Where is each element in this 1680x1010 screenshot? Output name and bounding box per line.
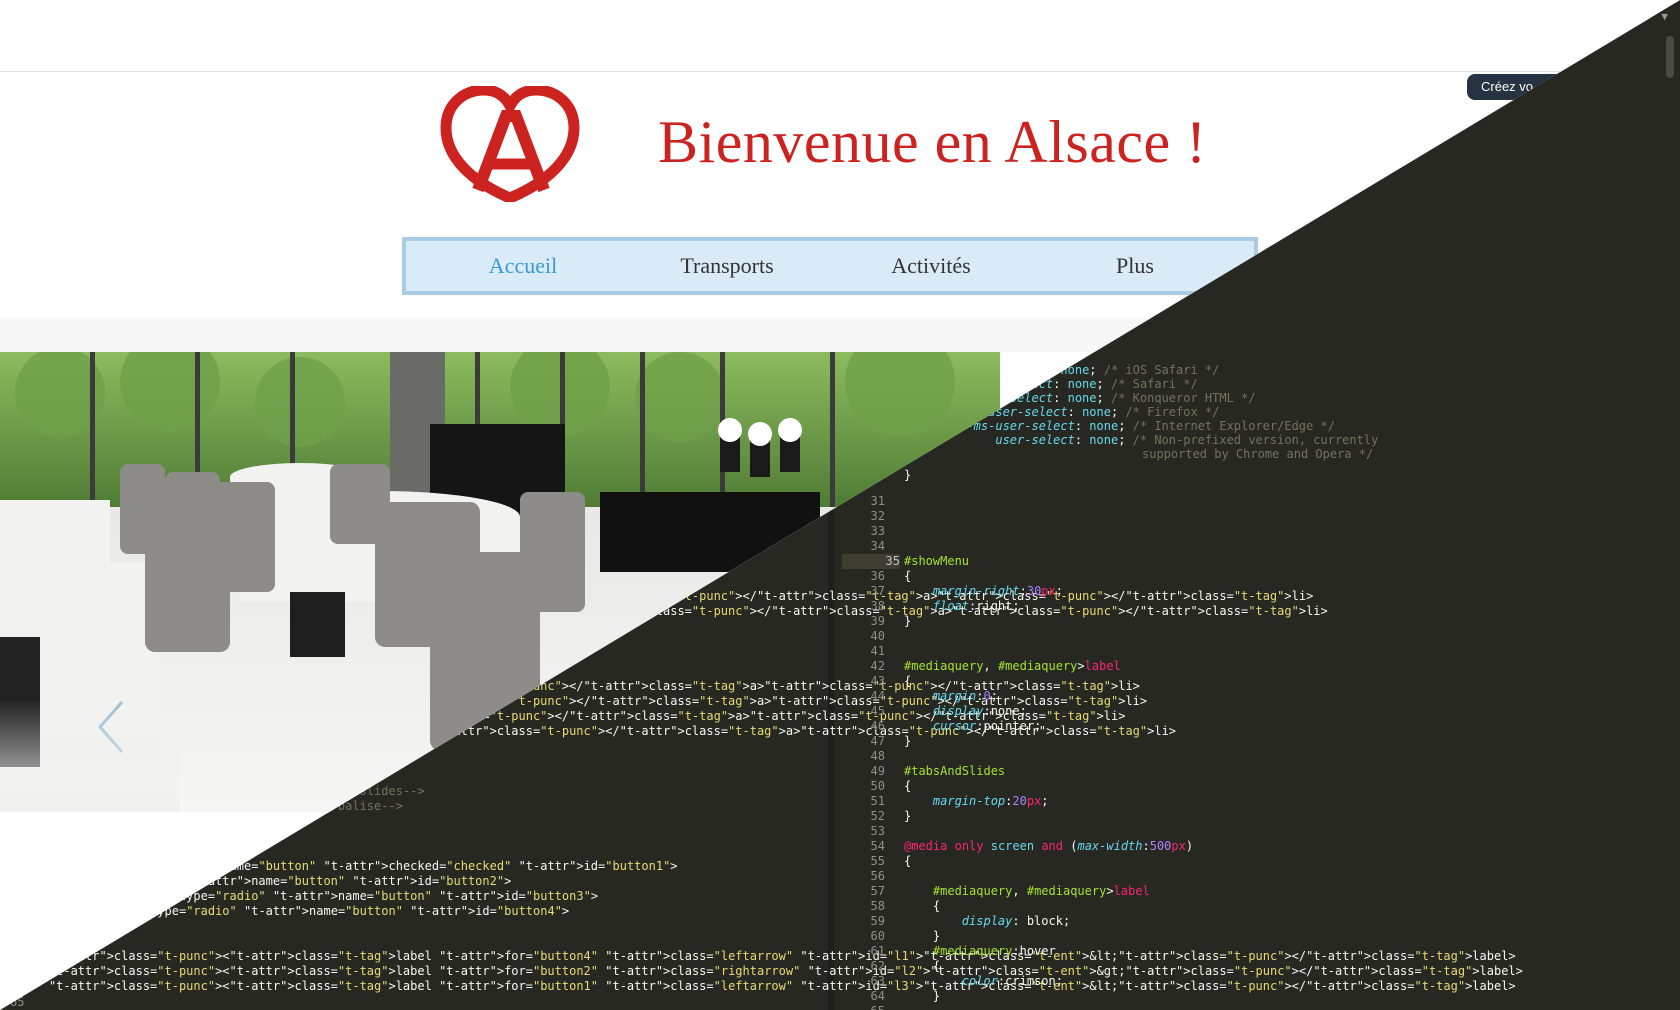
line-number: 40 xyxy=(870,629,885,643)
line-number: 64 xyxy=(870,989,885,1003)
nav-item-activites[interactable]: Activités xyxy=(891,241,970,291)
scroll-up-arrow-icon[interactable]: ▼ xyxy=(1661,10,1668,23)
line-number: 60 xyxy=(870,929,885,943)
nav-item-transports[interactable]: Transports xyxy=(680,241,773,291)
code-line: float:right; xyxy=(932,599,1020,613)
slide-fade-overlay xyxy=(0,700,180,812)
code-line: } xyxy=(904,989,941,1003)
code-line: { xyxy=(904,854,912,868)
code-line: } xyxy=(904,468,912,482)
code-line: #showMenu xyxy=(904,554,970,568)
main-navigation: Accueil Transports Activités Plus xyxy=(402,237,1258,295)
code-line: display:none; xyxy=(932,704,1027,718)
line-number: 41 xyxy=(870,644,885,658)
code-line: cursor:pointer; xyxy=(932,719,1042,733)
line-number: 58 xyxy=(870,899,885,913)
code-line: } xyxy=(904,809,912,823)
code-line: #tabsAndSlides xyxy=(904,764,1006,778)
code-line: { xyxy=(904,674,912,688)
line-number: 33 xyxy=(870,524,885,538)
line-number: 34 xyxy=(870,539,885,553)
code-line: #mediaquery, #mediaquery>label xyxy=(904,659,1121,673)
line-number: 50 xyxy=(870,779,885,793)
code-line: @media only screen and (max-width:500px) xyxy=(904,839,1194,853)
line-number: 56 xyxy=(870,869,885,883)
line-number: 52 xyxy=(870,809,885,823)
site-title: Bienvenue en Alsace ! xyxy=(658,109,1207,175)
line-number: 63 xyxy=(870,974,885,988)
line-number: 49 xyxy=(870,764,885,778)
line-number: 54 xyxy=(870,839,885,853)
line-number: 35 xyxy=(842,554,900,569)
line-number: 37 xyxy=(870,584,885,598)
code-line: { xyxy=(904,959,941,973)
line-number: 59 xyxy=(870,914,885,928)
code-line: #mediaquery, #mediaquery>label xyxy=(932,884,1150,898)
line-number: 55 xyxy=(870,854,885,868)
code-line: } xyxy=(904,614,912,628)
code-line: -ms-user-select: none; /* Internet Explo… xyxy=(966,419,1335,433)
alsace-logo-icon xyxy=(440,86,580,202)
line-number: 45 xyxy=(870,704,885,718)
line-number: 62 xyxy=(870,959,885,973)
code-line: { xyxy=(904,899,941,913)
code-line: } xyxy=(904,734,912,748)
line-number: 57 xyxy=(870,884,885,898)
code-line: supported by Chrome and Opera */ xyxy=(1142,447,1374,461)
line-number: 38 xyxy=(870,599,885,613)
line-number: 48 xyxy=(870,749,885,763)
line-number: 36 xyxy=(870,569,885,583)
code-line: #mediaquery:hover xyxy=(932,944,1056,958)
code-line: margin-right:30px; xyxy=(932,584,1063,598)
code-line: margin-top:20px; xyxy=(932,794,1049,808)
nav-item-accueil[interactable]: Accueil xyxy=(489,241,557,291)
line-number: 47 xyxy=(870,734,885,748)
code-line: } xyxy=(904,929,941,943)
site-top-bar xyxy=(0,0,1680,72)
code-line: { xyxy=(904,569,912,583)
line-number: 32 xyxy=(870,509,885,523)
line-number: 42 xyxy=(870,659,885,673)
editor-scrollbar[interactable] xyxy=(1666,36,1674,78)
nav-item-plus[interactable]: Plus xyxy=(1116,241,1154,291)
code-line: user-select: none; /* Non-prefixed versi… xyxy=(995,433,1379,447)
line-number: 51 xyxy=(870,794,885,808)
split-screenshot: "t-attr">class="t-punc"></"t-attr">class… xyxy=(0,0,1680,1010)
code-line: { xyxy=(904,779,912,793)
code-line: margin:0; xyxy=(932,689,998,703)
line-number: 53 xyxy=(870,824,885,838)
line-number: 46 xyxy=(870,719,885,733)
line-number: 65 xyxy=(842,1004,885,1010)
code-line: display: block; xyxy=(961,914,1071,928)
line-number: 43 xyxy=(870,674,885,688)
line-number: 39 xyxy=(870,614,885,628)
line-number: 44 xyxy=(870,689,885,703)
code-line: color:crimson; xyxy=(961,974,1063,988)
line-number: 61 xyxy=(870,944,885,958)
